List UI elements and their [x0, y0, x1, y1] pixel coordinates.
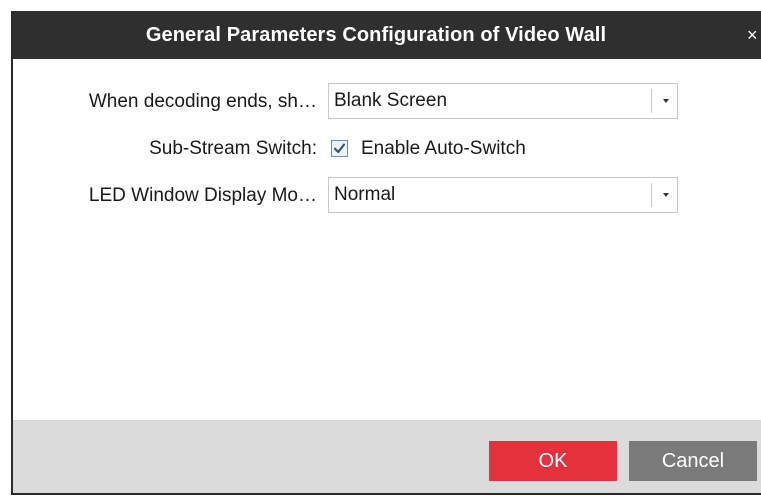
- dialog-titlebar[interactable]: General Parameters Configuration of Vide…: [13, 11, 761, 59]
- select-divider: [651, 89, 652, 113]
- decoding-end-row: When decoding ends, sh… Blank Screen: [13, 83, 761, 121]
- chevron-down-icon[interactable]: [663, 193, 669, 197]
- cancel-button[interactable]: Cancel: [629, 441, 757, 481]
- led-display-mode-row: LED Window Display Mo… Normal: [13, 177, 761, 215]
- auto-switch-checkbox[interactable]: [331, 140, 348, 157]
- led-display-mode-value: Normal: [334, 184, 396, 205]
- checkmark-icon: [333, 143, 346, 154]
- video-wall-config-dialog: General Parameters Configuration of Vide…: [11, 11, 761, 495]
- decoding-end-label: When decoding ends, sh…: [88, 91, 317, 112]
- decoding-end-value: Blank Screen: [334, 90, 448, 111]
- dialog-title: General Parameters Configuration of Vide…: [145, 24, 607, 46]
- dialog-footer: OK Cancel: [13, 420, 761, 493]
- ok-button[interactable]: OK: [489, 441, 617, 481]
- select-divider: [651, 183, 652, 207]
- sub-stream-label: Sub-Stream Switch:: [149, 138, 317, 159]
- sub-stream-row: Sub-Stream Switch: Enable Auto-Switch: [13, 130, 761, 168]
- decoding-end-select[interactable]: Blank Screen: [328, 83, 678, 119]
- led-display-mode-label: LED Window Display Mo…: [88, 185, 317, 206]
- auto-switch-label[interactable]: Enable Auto-Switch: [361, 130, 526, 168]
- chevron-down-icon[interactable]: [663, 99, 669, 103]
- led-display-mode-select[interactable]: Normal: [328, 177, 678, 213]
- close-icon[interactable]: ×: [747, 11, 761, 59]
